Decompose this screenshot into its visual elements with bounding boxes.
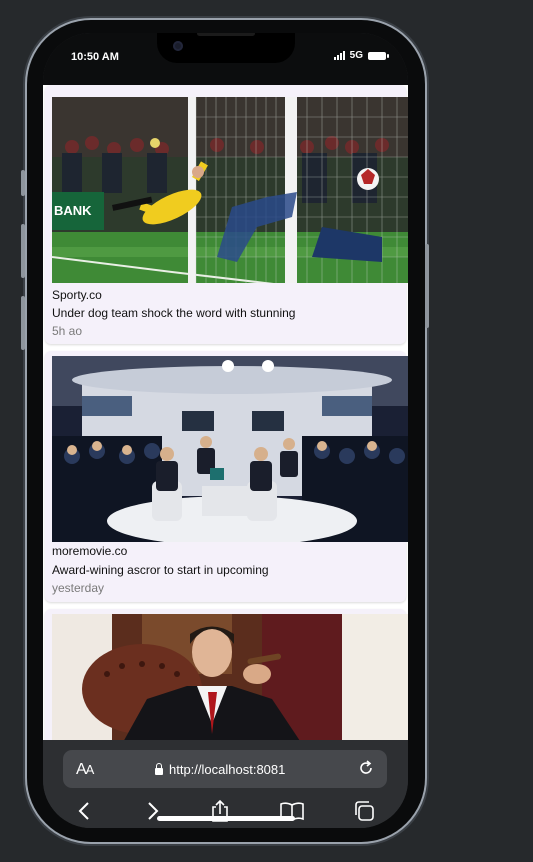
chevron-left-icon[interactable] xyxy=(75,800,95,827)
status-time: 10:50 AM xyxy=(71,51,119,63)
news-card[interactable]: BANK Sporty.co Under dog team shock the … xyxy=(45,85,408,344)
text-size-big: A xyxy=(76,761,87,778)
man-with-cigar-photo xyxy=(52,614,408,740)
network-type: 5G xyxy=(349,50,363,61)
svg-text:BANK: BANK xyxy=(54,203,92,218)
phone-screen: 10:50 AM 5G BANK Sporty.co Under dog tea… xyxy=(43,33,408,828)
address-bar[interactable]: AA http://localhost:8081 xyxy=(63,750,387,788)
tabs-icon[interactable] xyxy=(352,799,376,828)
book-icon[interactable] xyxy=(279,800,305,827)
signal-icon xyxy=(333,51,345,60)
home-indicator[interactable] xyxy=(157,816,295,821)
power-button xyxy=(425,244,429,328)
article-headline[interactable]: Award-wining ascror to start in upcoming xyxy=(52,563,269,577)
browser-nav xyxy=(43,798,408,828)
volume-down-button xyxy=(21,296,25,350)
article-headline[interactable]: Under dog team shock the word with stunn… xyxy=(52,306,295,320)
reload-icon[interactable] xyxy=(357,759,375,782)
article-source: Sporty.co xyxy=(52,288,102,302)
camera-icon xyxy=(173,41,183,51)
lock-icon xyxy=(155,762,163,775)
news-card[interactable] xyxy=(45,609,408,740)
news-card[interactable]: moremovie.co Award-wining ascror to star… xyxy=(45,351,408,602)
football-goalkeeper-photo: BANK xyxy=(52,97,408,283)
text-size-button[interactable]: AA xyxy=(76,761,95,779)
safari-toolbar: AA http://localhost:8081 xyxy=(43,740,408,828)
chevron-right-icon[interactable] xyxy=(142,800,162,827)
share-icon[interactable] xyxy=(209,799,231,828)
panel-discussion-photo xyxy=(52,356,408,542)
status-indicators: 5G xyxy=(333,50,389,61)
url-display[interactable]: http://localhost:8081 xyxy=(155,762,285,777)
news-feed[interactable]: BANK Sporty.co Under dog team shock the … xyxy=(43,85,408,740)
side-button xyxy=(21,170,25,196)
volume-up-button xyxy=(21,224,25,278)
text-size-small: A xyxy=(85,762,95,777)
article-time: 5h ao xyxy=(52,324,83,338)
url-text: http://localhost:8081 xyxy=(169,762,286,777)
battery-icon xyxy=(368,51,389,60)
speaker xyxy=(197,33,255,36)
article-time: yesterday xyxy=(52,581,105,595)
article-source: moremovie.co xyxy=(52,544,128,558)
notch xyxy=(157,33,295,63)
